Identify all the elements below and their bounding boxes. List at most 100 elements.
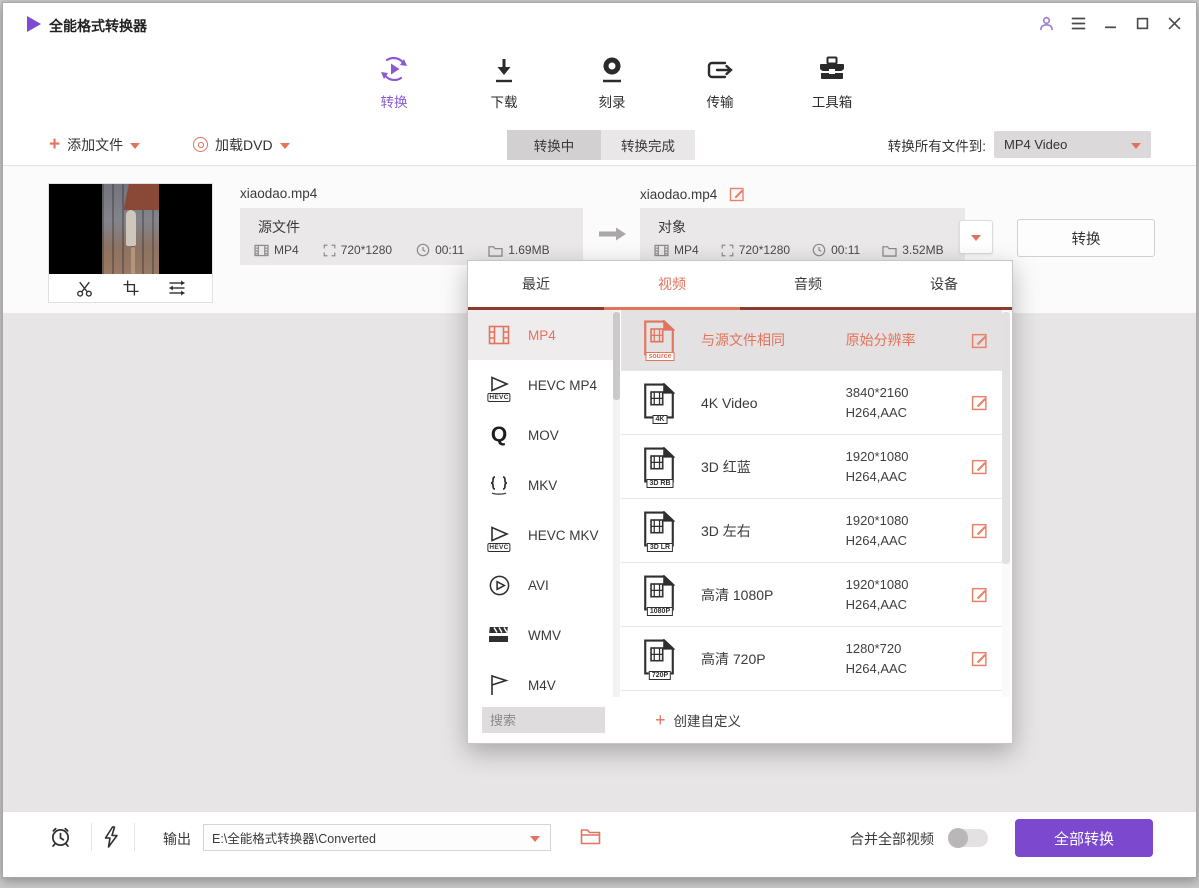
format-item-hevc-mkv[interactable]: HEVC HEVC MKV: [468, 510, 619, 560]
matroska-icon: [486, 472, 512, 498]
dvd-icon: [193, 137, 208, 152]
tab-toolbox-label: 工具箱: [784, 91, 880, 111]
merge-all-toggle[interactable]: [948, 829, 988, 847]
tab-converting[interactable]: 转换中: [507, 130, 601, 160]
burn-disc-icon: [564, 49, 660, 85]
toggle-knob: [948, 828, 968, 848]
transfer-icon: [672, 49, 768, 85]
main-nav: 转换 下载 刻录 传输: [3, 43, 1196, 124]
edit-preset-icon[interactable]: [971, 586, 988, 603]
target-format-dropdown-button[interactable]: [959, 220, 993, 254]
edit-preset-icon[interactable]: [971, 650, 988, 667]
thumbnail-image: [49, 184, 212, 275]
resolution-icon: [323, 244, 336, 257]
tab-burn[interactable]: 刻录: [564, 49, 660, 111]
popup-tab-recent[interactable]: 最近: [468, 261, 604, 307]
clock-icon: [812, 243, 826, 257]
effects-sliders-icon[interactable]: [167, 278, 187, 298]
format-item-mov[interactable]: Q MOV: [468, 410, 619, 460]
output-path-input[interactable]: [204, 831, 530, 845]
app-window: 全能格式转换器: [2, 2, 1197, 878]
hevc-play-icon: HEVC: [486, 522, 512, 548]
edit-preset-icon[interactable]: [971, 458, 988, 475]
rename-edit-icon[interactable]: [729, 186, 745, 202]
preset-hd-720p[interactable]: 720P 高清 720P 1280*720H264,AAC: [621, 627, 1006, 691]
clapperboard-icon: [486, 622, 512, 648]
minimize-button[interactable]: [1102, 15, 1118, 31]
create-custom-button[interactable]: + 创建自定义: [655, 710, 741, 730]
tab-convert-label: 转换: [346, 91, 442, 111]
search-input[interactable]: [482, 707, 605, 733]
folder-icon: [488, 244, 503, 257]
convert-file-button[interactable]: 转换: [1017, 219, 1155, 257]
preset-hd-1080p[interactable]: 1080P 高清 1080P 1920*1080H264,AAC: [621, 563, 1006, 627]
preset-3d-left-right[interactable]: 3D LR 3D 左右 1920*1080H264,AAC: [621, 499, 1006, 563]
chevron-down-icon: [130, 143, 140, 149]
edit-preset-icon[interactable]: [971, 394, 988, 411]
download-icon: [456, 49, 552, 85]
format-item-mp4[interactable]: MP4: [468, 310, 619, 360]
popup-tab-audio[interactable]: 音频: [740, 261, 876, 307]
1080p-video-icon: 1080P: [643, 575, 677, 615]
popup-tab-video[interactable]: 视频: [604, 261, 740, 307]
format-item-m4v[interactable]: M4V: [468, 660, 619, 699]
source-info-panel: 源文件 MP4 720*1280 00:11 1.69MB: [240, 208, 583, 265]
convert-all-button[interactable]: 全部转换: [1015, 819, 1153, 857]
chevron-down-icon: [280, 143, 290, 149]
toolbox-icon: [784, 49, 880, 85]
plus-icon: +: [49, 135, 60, 154]
preset-list-scrollbar[interactable]: [1002, 310, 1010, 699]
preset-list: source 与源文件相同 原始分辨率 4K 4K Video 3840*216…: [621, 310, 1006, 695]
close-button[interactable]: [1166, 15, 1182, 31]
titlebar: 全能格式转换器: [3, 3, 1196, 43]
account-icon[interactable]: [1038, 15, 1054, 31]
preset-same-as-source[interactable]: source 与源文件相同 原始分辨率: [621, 310, 1006, 371]
preset-4k-video[interactable]: 4K 4K Video 3840*2160H264,AAC: [621, 371, 1006, 435]
maximize-button[interactable]: [1134, 15, 1150, 31]
edit-preset-icon[interactable]: [971, 522, 988, 539]
source-filename: xiaodao.mp4: [240, 186, 317, 201]
add-files-button[interactable]: + 添加文件: [49, 124, 140, 165]
film-icon: [254, 244, 269, 257]
tab-convert[interactable]: 转换: [346, 49, 442, 111]
load-dvd-button[interactable]: 加载DVD: [193, 124, 290, 165]
format-item-hevc-mp4[interactable]: HEVC HEVC MP4: [468, 360, 619, 410]
open-output-folder-icon[interactable]: [580, 828, 601, 845]
target-info-panel: 对象 MP4 720*1280 00:11 3.52MB: [640, 208, 965, 265]
menu-icon[interactable]: [1070, 15, 1086, 31]
4k-video-icon: 4K: [643, 383, 677, 423]
flag-icon: [486, 672, 512, 698]
circle-play-icon: [486, 572, 512, 598]
tab-download-label: 下载: [456, 91, 552, 111]
format-item-avi[interactable]: AVI: [468, 560, 619, 610]
tab-transfer[interactable]: 传输: [672, 49, 768, 111]
format-item-mkv[interactable]: MKV: [468, 460, 619, 510]
schedule-clock-icon[interactable]: [48, 825, 72, 849]
tab-transfer-label: 传输: [672, 91, 768, 111]
app-title: 全能格式转换器: [49, 16, 147, 36]
trim-scissors-icon[interactable]: [75, 278, 95, 298]
folder-icon: [882, 244, 897, 257]
format-item-wmv[interactable]: WMV: [468, 610, 619, 660]
merge-all-label: 合并全部视频: [850, 829, 934, 849]
bottom-bar: 输出 合并全部视频 全部转换: [3, 811, 1196, 861]
tab-download[interactable]: 下载: [456, 49, 552, 111]
divider: [134, 823, 135, 851]
chevron-down-icon: [1131, 143, 1141, 149]
popup-tab-device[interactable]: 设备: [876, 261, 1012, 307]
tab-toolbox[interactable]: 工具箱: [784, 49, 880, 111]
output-label: 输出: [163, 829, 191, 849]
3d-lr-video-icon: 3D LR: [643, 511, 677, 551]
format-list-scrollbar[interactable]: [613, 310, 620, 699]
arrow-right-icon: [599, 226, 627, 242]
format-select-popup: 最近 视频 音频 设备 MP4 HEVC HEVC MP4 Q: [467, 260, 1013, 744]
convert-all-to-label: 转换所有文件到:: [888, 135, 986, 155]
edit-preset-icon[interactable]: [971, 332, 988, 349]
tab-burn-label: 刻录: [564, 91, 660, 111]
preset-3d-red-blue[interactable]: 3D RB 3D 红蓝 1920*1080H264,AAC: [621, 435, 1006, 499]
output-format-select[interactable]: MP4 Video: [994, 131, 1151, 158]
crop-icon[interactable]: [121, 278, 141, 298]
chevron-down-icon[interactable]: [530, 836, 540, 842]
tab-finished[interactable]: 转换完成: [601, 130, 695, 160]
high-speed-icon[interactable]: [99, 825, 123, 849]
